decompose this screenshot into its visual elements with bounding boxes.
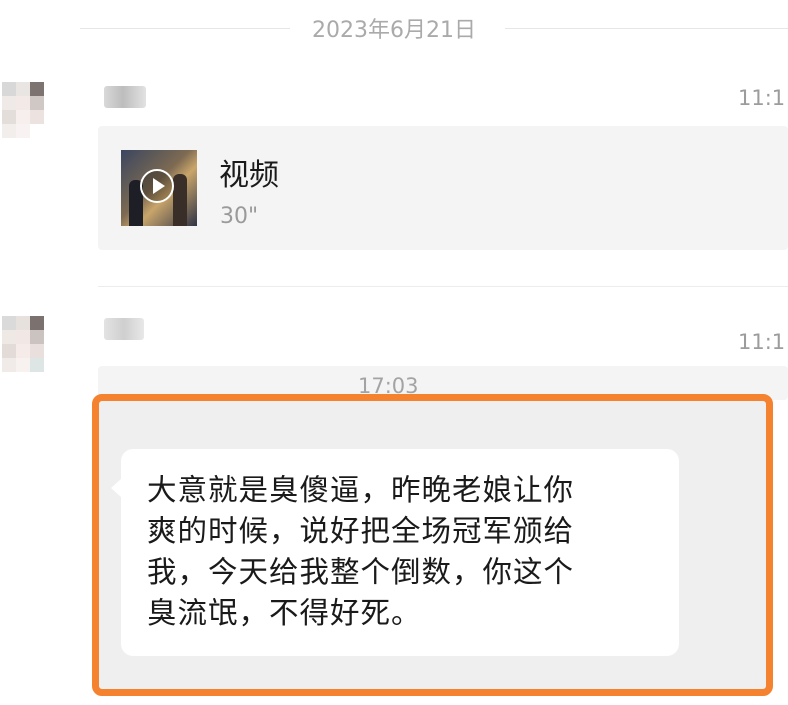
message-text-line: 我，今天给我整个倒数，你这个 <box>147 555 575 589</box>
message-separator <box>98 286 788 287</box>
video-thumbnail[interactable] <box>121 150 197 226</box>
message-text-line: 爽的时候，说好把全场冠军颁给 <box>147 514 575 548</box>
message-time: 11:1 <box>738 330 786 354</box>
play-icon[interactable] <box>140 169 174 203</box>
highlight-frame: 大意就是臭傻逼，昨晚老娘让你 爽的时候，说好把全场冠军颁给 我，今天给我整个倒数… <box>92 394 773 696</box>
sender-name-blurred <box>104 318 144 340</box>
sender-name-blurred <box>104 86 146 108</box>
message-text-line: 大意就是臭傻逼，昨晚老娘让你 <box>147 473 575 507</box>
text-message-bubble[interactable]: 大意就是臭傻逼，昨晚老娘让你 爽的时候，说好把全场冠军颁给 我，今天给我整个倒数… <box>121 449 679 656</box>
video-title: 视频 <box>219 158 279 193</box>
avatar[interactable] <box>2 82 52 156</box>
message-time: 11:1 <box>738 86 786 110</box>
message-text-line: 臭流氓，不得好死。 <box>147 596 422 630</box>
bubble-tail <box>111 479 121 497</box>
avatar[interactable] <box>2 316 52 390</box>
date-divider-line-right <box>505 28 788 29</box>
video-duration: 30" <box>220 204 259 229</box>
video-message-card[interactable]: 视频 30" <box>98 126 788 250</box>
